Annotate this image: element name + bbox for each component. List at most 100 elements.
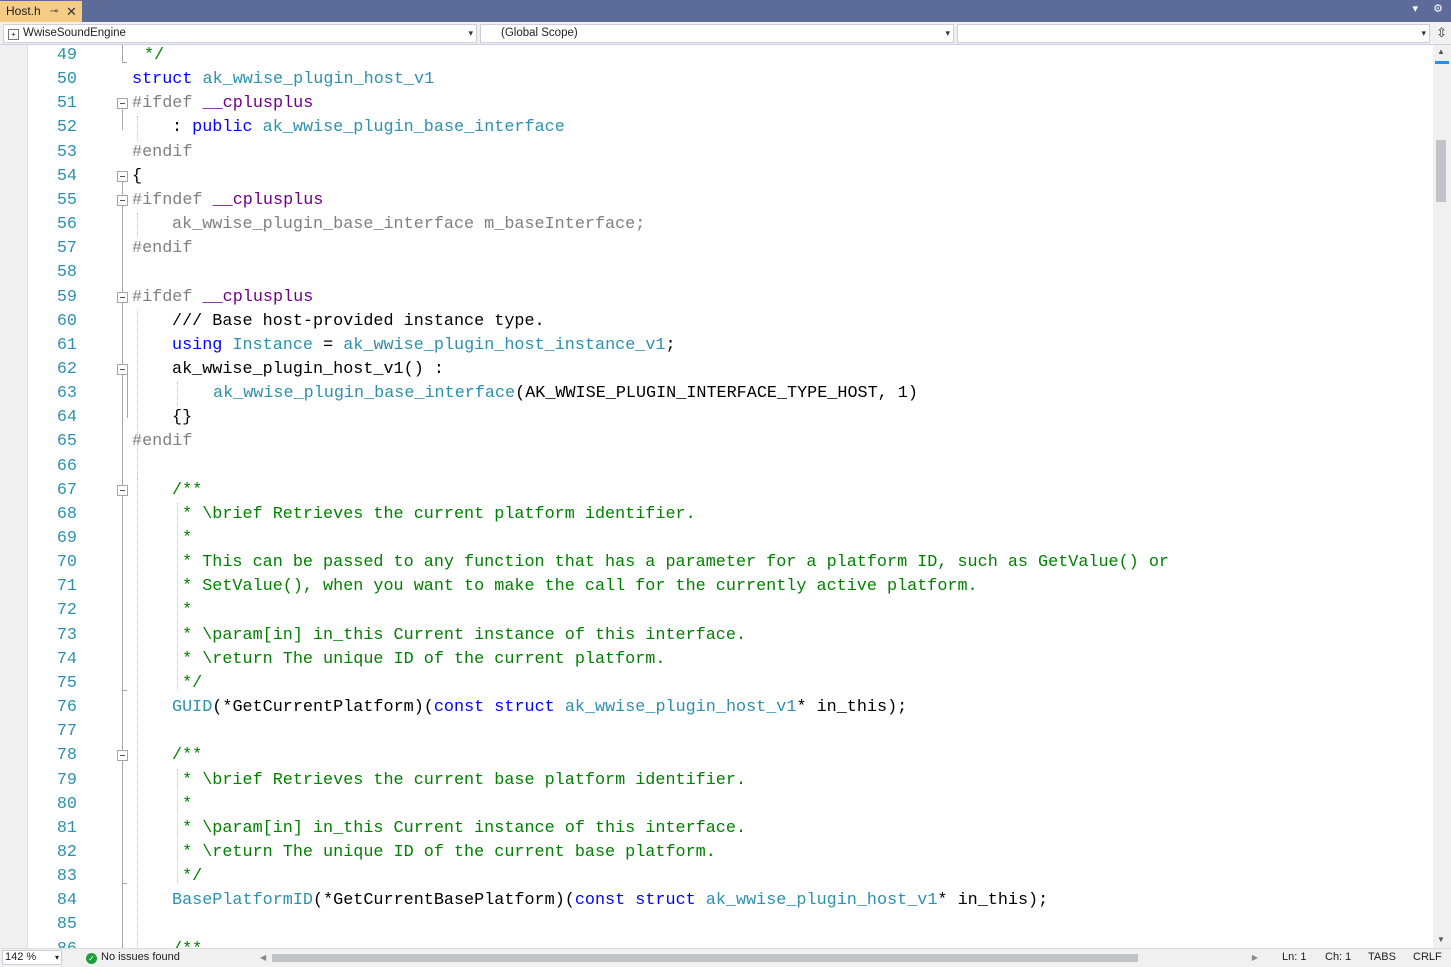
code-line[interactable]: 53 #endif bbox=[0, 141, 1433, 165]
collapse-icon[interactable] bbox=[117, 750, 128, 762]
code-text: * \return The unique ID of the current b… bbox=[172, 841, 716, 865]
line-ending-indicator[interactable]: CRLF bbox=[1413, 949, 1442, 966]
gear-icon[interactable]: ⚙ bbox=[1433, 3, 1443, 15]
code-text: /** bbox=[172, 744, 202, 768]
code-token: {} bbox=[172, 408, 193, 428]
split-window-icon[interactable]: ⇳ bbox=[1436, 25, 1447, 41]
line-number: 86 bbox=[27, 938, 77, 948]
collapse-icon[interactable] bbox=[117, 194, 128, 206]
close-icon[interactable]: ✕ bbox=[66, 1, 77, 22]
code-line[interactable]: 65 #endif bbox=[0, 430, 1433, 454]
scope-name: (Global Scope) bbox=[501, 27, 578, 39]
chevron-down-icon[interactable]: ▾ bbox=[1413, 3, 1419, 15]
collapse-icon[interactable] bbox=[117, 484, 128, 496]
line-number: 65 bbox=[56, 432, 77, 452]
horizontal-scroll-thumb[interactable] bbox=[272, 954, 1138, 962]
vertical-scroll-thumb[interactable] bbox=[1436, 140, 1446, 202]
code-line[interactable]: 74 * \return The unique ID of the curren… bbox=[0, 648, 1433, 672]
code-line[interactable]: 81 * \param[in] in_this Current instance… bbox=[0, 817, 1433, 841]
chevron-down-icon: ▾ bbox=[54, 953, 59, 962]
code-text: * \param[in] in_this Current instance of… bbox=[172, 817, 746, 841]
code-editor[interactable]: 49 */ 50 struct ak_wwise_plugin_host_v1 51 #i… bbox=[0, 45, 1433, 948]
tabs-indicator[interactable]: TABS bbox=[1368, 949, 1396, 966]
code-token: #endif bbox=[132, 239, 193, 259]
collapse-icon[interactable] bbox=[117, 291, 128, 303]
code-line[interactable]: 79 * \brief Retrieves the current base p… bbox=[0, 769, 1433, 793]
member-dropdown[interactable]: ▾ bbox=[957, 24, 1430, 43]
code-line[interactable]: 61 using Instance = ak_wwise_plugin_host_… bbox=[0, 334, 1433, 358]
code-line[interactable]: 86 /** bbox=[0, 938, 1433, 948]
line-number: 77 bbox=[56, 722, 77, 742]
tab-host-h[interactable]: Host.h ⊸ ✕ bbox=[0, 1, 82, 22]
code-line[interactable]: 73 * \param[in] in_this Current instance… bbox=[0, 624, 1433, 648]
code-line[interactable]: 82 * \return The unique ID of the curren… bbox=[0, 841, 1433, 865]
code-line[interactable]: 55 #ifndef __cplusplus bbox=[0, 189, 1433, 213]
vertical-scrollbar[interactable]: ▲ ▼ bbox=[1433, 45, 1451, 948]
code-token: * in_this); bbox=[937, 891, 1049, 911]
code-token: const bbox=[433, 698, 485, 718]
code-line[interactable]: 75 */ bbox=[0, 672, 1433, 696]
code-line[interactable]: 71 * SetValue(), when you want to make t… bbox=[0, 575, 1433, 599]
scroll-up-icon[interactable]: ▲ bbox=[1437, 47, 1445, 56]
code-line[interactable]: 66 bbox=[0, 455, 1433, 479]
code-text: #ifdef __cplusplus bbox=[132, 92, 313, 116]
code-line[interactable]: 63 ak_wwise_plugin_base_interface(AK_WWIS… bbox=[0, 382, 1433, 406]
collapse-icon[interactable] bbox=[117, 170, 128, 182]
code-line[interactable]: 78 /** bbox=[0, 744, 1433, 768]
code-token: * in_this); bbox=[796, 698, 908, 718]
scroll-down-icon[interactable]: ▼ bbox=[1437, 935, 1445, 944]
code-text: ak_wwise_plugin_base_interface m_baseInt… bbox=[172, 213, 645, 237]
line-indicator[interactable]: Ln: 1 bbox=[1282, 949, 1306, 966]
line-number: 57 bbox=[56, 239, 77, 259]
code-text: /// Base host-provided instance type. bbox=[172, 310, 545, 334]
code-text: * bbox=[172, 793, 192, 817]
project-dropdown[interactable]: + WwiseSoundEngine ▾ bbox=[3, 24, 477, 43]
zoom-dropdown[interactable]: 142 % ▾ bbox=[2, 950, 62, 965]
line-number: 64 bbox=[56, 408, 77, 428]
code-line[interactable]: 56 ak_wwise_plugin_base_interface m_baseI… bbox=[0, 213, 1433, 237]
issues-indicator[interactable]: ✓ No issues found bbox=[86, 949, 180, 966]
scroll-left-icon[interactable]: ◀ bbox=[260, 949, 266, 966]
code-line[interactable]: 76 GUID(*GetCurrentPlatform)(const struct… bbox=[0, 696, 1433, 720]
code-line[interactable]: 58 bbox=[0, 261, 1433, 285]
collapse-icon[interactable] bbox=[117, 98, 128, 110]
code-line[interactable]: 77 bbox=[0, 720, 1433, 744]
code-text: ak_wwise_plugin_base_interface(AK_WWISE_… bbox=[213, 382, 918, 406]
code-line[interactable]: 64 {} bbox=[0, 406, 1433, 430]
line-number: 68 bbox=[56, 504, 77, 524]
code-line[interactable]: 50 struct ak_wwise_plugin_host_v1 bbox=[0, 68, 1433, 92]
column-indicator[interactable]: Ch: 1 bbox=[1325, 949, 1351, 966]
line-number: 61 bbox=[56, 335, 77, 355]
code-line[interactable]: 49 */ bbox=[0, 45, 1433, 68]
horizontal-scrollbar[interactable]: ◀ ▶ bbox=[260, 952, 1258, 963]
collapse-icon[interactable] bbox=[117, 363, 128, 375]
code-line[interactable]: 60 /// Base host-provided instance type. bbox=[0, 310, 1433, 334]
code-line[interactable]: 80 * bbox=[0, 793, 1433, 817]
code-line[interactable]: 70 * This can be passed to any function … bbox=[0, 551, 1433, 575]
code-line[interactable]: 85 bbox=[0, 913, 1433, 937]
code-line[interactable]: 54 { bbox=[0, 165, 1433, 189]
code-line[interactable]: 69 * bbox=[0, 527, 1433, 551]
project-icon: + bbox=[8, 29, 19, 40]
code-line[interactable]: 83 */ bbox=[0, 865, 1433, 889]
code-token: /** bbox=[172, 746, 203, 766]
code-line[interactable]: 62 ak_wwise_plugin_host_v1() : bbox=[0, 358, 1433, 382]
code-line[interactable]: 52: public ak_wwise_plugin_base_interfac… bbox=[0, 116, 1433, 140]
code-line[interactable]: 84 BasePlatformID(*GetCurrentBasePlatform… bbox=[0, 889, 1433, 913]
pin-icon[interactable]: ⊸ bbox=[50, 1, 58, 22]
scope-dropdown[interactable]: (Global Scope) ▾ bbox=[480, 24, 954, 43]
scroll-right-icon[interactable]: ▶ bbox=[1252, 949, 1258, 966]
code-line[interactable]: 51 #ifdef __cplusplus bbox=[0, 92, 1433, 116]
code-text: */ bbox=[172, 672, 202, 696]
code-token: ; bbox=[665, 335, 676, 355]
code-line[interactable]: 57 #endif bbox=[0, 237, 1433, 261]
code-line[interactable]: 68 * \brief Retrieves the current platfo… bbox=[0, 503, 1433, 527]
code-line[interactable]: 67 /** bbox=[0, 479, 1433, 503]
code-line[interactable]: 59 #ifdef __cplusplus bbox=[0, 286, 1433, 310]
code-token: * \param[in] in_this Current instance of… bbox=[172, 625, 747, 645]
code-line[interactable]: 72 * bbox=[0, 599, 1433, 623]
line-number: 49 bbox=[56, 46, 77, 65]
code-token: #ifdef bbox=[132, 287, 203, 307]
code-text: {} bbox=[172, 406, 192, 430]
code-token: __cplusplus bbox=[202, 287, 314, 307]
